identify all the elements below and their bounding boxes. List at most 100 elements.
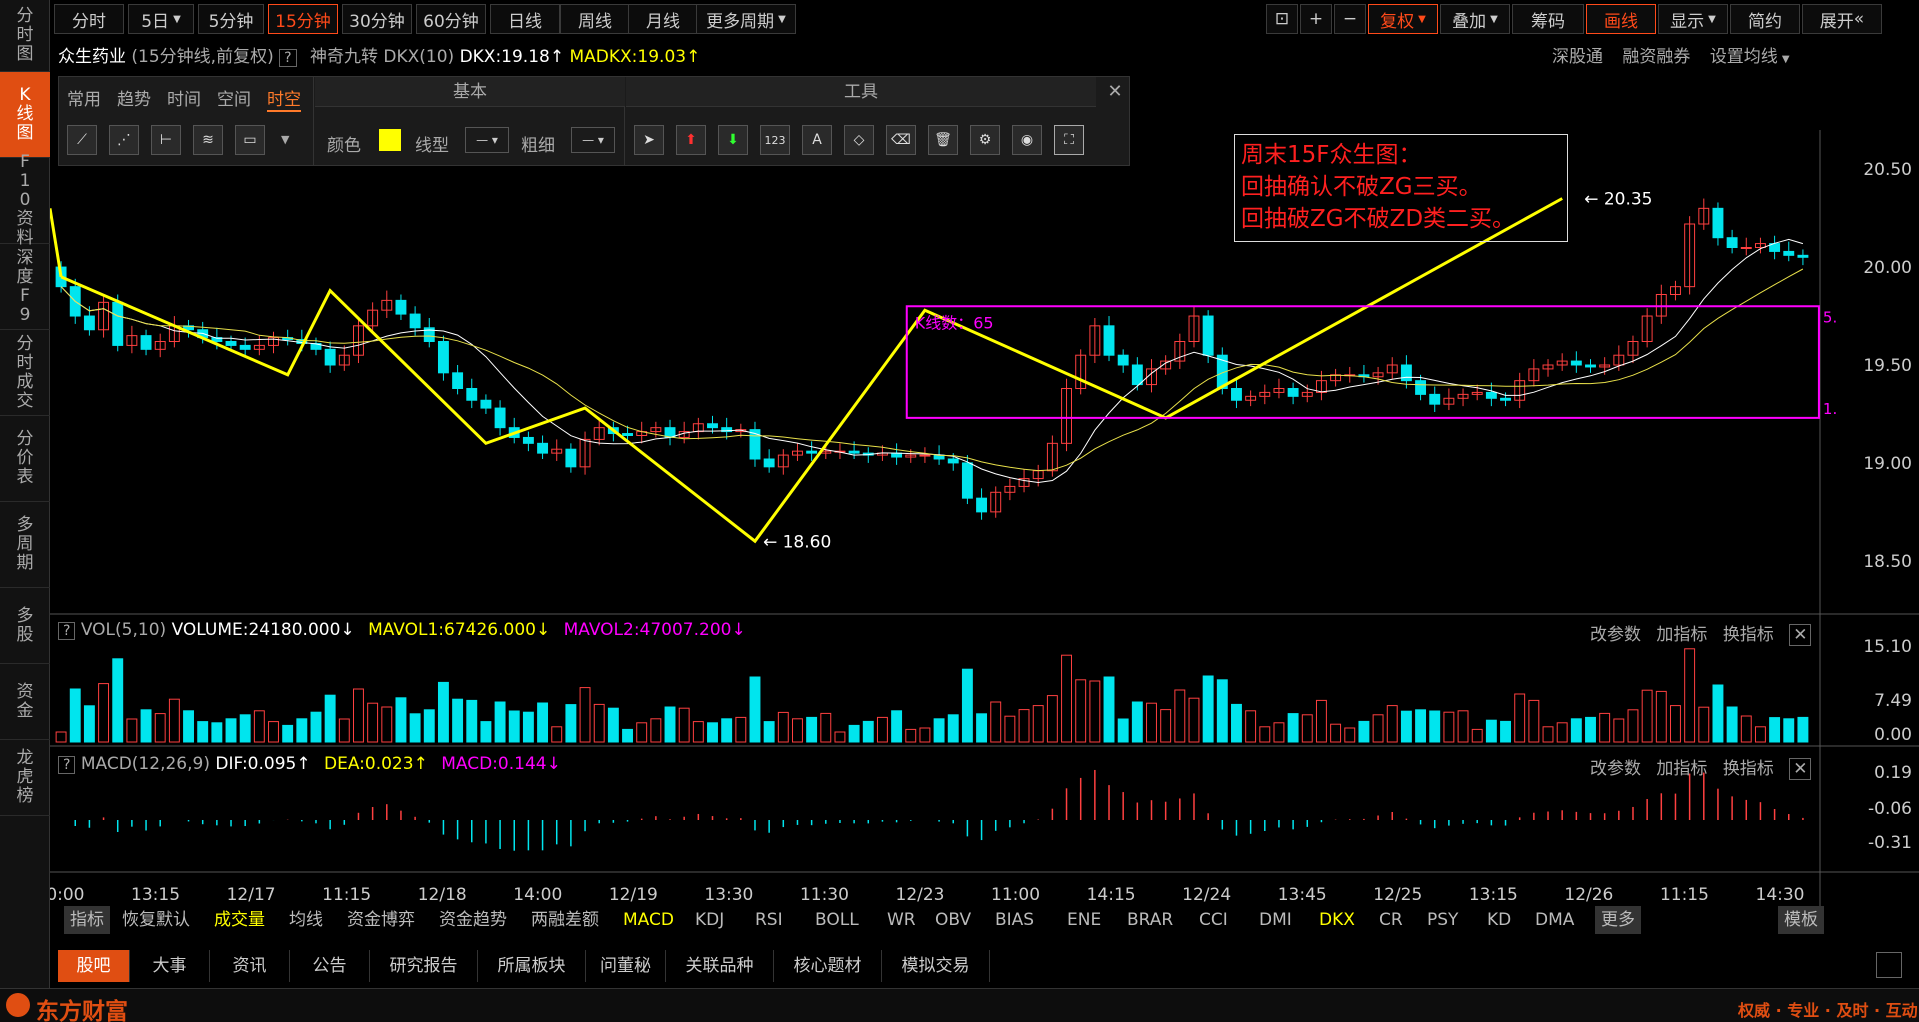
indicator-tab-13[interactable]: BIAS — [995, 906, 1034, 934]
sidebar-tab-0[interactable]: 分时图 — [0, 0, 50, 72]
indicator-tab-4[interactable]: 资金博弈 — [347, 906, 415, 934]
annotation-box[interactable]: 周末15F众生图： 回抽确认不破ZG三买。 回抽破ZG不破ZD类二买。 — [1234, 134, 1568, 242]
indicator-tab-15[interactable]: BRAR — [1127, 906, 1173, 934]
indicator-tab-10[interactable]: BOLL — [815, 906, 859, 934]
macd-add-indicator[interactable]: 加指标 — [1656, 759, 1707, 779]
vol-change-params[interactable]: 改参数 — [1590, 625, 1641, 645]
indicator-name[interactable]: 神奇九转 — [310, 47, 378, 67]
text-icon[interactable]: A — [802, 125, 832, 155]
help-icon[interactable]: ? — [58, 756, 76, 774]
period-button-1[interactable]: 5日 ▼ — [128, 4, 194, 34]
tab-trend[interactable]: 趋势 — [117, 85, 151, 110]
close-icon[interactable]: ✕ — [1104, 81, 1126, 103]
bottom-tab-2[interactable]: 资讯 — [210, 950, 290, 982]
color-swatch[interactable] — [379, 129, 401, 151]
vol-title[interactable]: VOL(5,10) — [81, 620, 166, 640]
fib-line-icon[interactable]: ⟋ — [67, 125, 97, 155]
sidebar-tab-2[interactable]: F10资料 — [0, 153, 50, 248]
jianyue-button[interactable]: 简约 — [1730, 4, 1800, 34]
bottom-tab-3[interactable]: 公告 — [290, 950, 370, 982]
link-rongzi[interactable]: 融资融券 — [1622, 47, 1690, 67]
indicator-tab-12[interactable]: OBV — [935, 906, 971, 934]
indicator-tab-3[interactable]: 均线 — [289, 906, 323, 934]
close-icon[interactable]: ✕ — [1789, 758, 1812, 780]
kline-chart-area[interactable]: 20.50 20.00 19.50 19.00 18.50 K线数：65 5. 1. ← 20.… — [50, 130, 1919, 910]
period-button-8[interactable]: 月线 — [628, 4, 698, 34]
indicator-tab-18[interactable]: DKX — [1319, 906, 1355, 934]
period-button-9[interactable]: 更多周期 ▼ — [696, 4, 796, 34]
bottom-tab-7[interactable]: 关联品种 — [666, 950, 774, 982]
count-icon[interactable]: 123 — [760, 125, 790, 155]
expand-icon[interactable] — [1876, 952, 1902, 978]
thickness-select[interactable]: — ▾ — [571, 127, 615, 153]
sidebar-tab-8[interactable]: 资金 — [0, 664, 50, 740]
indicator-tab-5[interactable]: 资金趋势 — [439, 906, 507, 934]
sidebar-tab-6[interactable]: 多周期 — [0, 502, 50, 588]
indicator-tab-23[interactable]: 更多 — [1595, 906, 1641, 934]
indicator-tab-17[interactable]: DMI — [1259, 906, 1292, 934]
eraser-icon[interactable]: ◇ — [844, 125, 874, 155]
period-button-2[interactable]: 5分钟 — [198, 4, 264, 34]
tab-time-space[interactable]: 时空 — [267, 85, 301, 112]
period-button-4[interactable]: 30分钟 — [342, 4, 412, 34]
lock-icon[interactable]: ⊡ — [1266, 4, 1298, 34]
huaxian-button[interactable]: 画线 — [1586, 4, 1656, 34]
grid-icon[interactable]: ≋ — [193, 125, 223, 155]
bottom-tab-6[interactable]: 问董秘 — [586, 950, 666, 982]
macd-title[interactable]: MACD(12,26,9) — [81, 754, 210, 774]
zoom-out-button[interactable]: − — [1334, 4, 1366, 34]
rect-icon[interactable]: ▭ — [235, 125, 265, 155]
bottom-tab-4[interactable]: 研究报告 — [370, 950, 478, 982]
settings-icon[interactable]: ⚙ — [970, 125, 1000, 155]
indicator-tab-7[interactable]: MACD — [623, 906, 674, 934]
sidebar-tab-4[interactable]: 分时成交 — [0, 330, 50, 416]
indicator-tab-2[interactable]: 成交量 — [214, 906, 265, 934]
caret-down-icon[interactable]: ▼ — [281, 133, 289, 146]
xianshi-button[interactable]: 显示 ▼ — [1658, 4, 1728, 34]
chouma-button[interactable]: 筹码 — [1512, 4, 1584, 34]
tab-time[interactable]: 时间 — [167, 85, 201, 110]
link-shengutong[interactable]: 深股通 — [1552, 47, 1603, 67]
cycle-icon[interactable]: ⊢ — [151, 125, 181, 155]
period-button-0[interactable]: 分时 — [54, 4, 124, 34]
stock-name[interactable]: 众生药业 — [58, 47, 126, 67]
period-button-6[interactable]: 日线 — [490, 4, 560, 34]
period-button-7[interactable]: 周线 — [560, 4, 630, 34]
bottom-tab-9[interactable]: 模拟交易 — [882, 950, 990, 982]
tab-common[interactable]: 常用 — [67, 85, 101, 110]
sidebar-tab-5[interactable]: 分价表 — [0, 416, 50, 502]
eye-icon[interactable]: ◉ — [1012, 125, 1042, 155]
line-type-select[interactable]: — ▾ — [465, 127, 509, 153]
indicator-tab-19[interactable]: CR — [1379, 906, 1403, 934]
period-button-5[interactable]: 60分钟 — [416, 4, 486, 34]
pointer-icon[interactable]: ➤ — [634, 125, 664, 155]
bottom-tab-8[interactable]: 核心题材 — [774, 950, 882, 982]
fan-icon[interactable]: ⋰ — [109, 125, 139, 155]
tab-space[interactable]: 空间 — [217, 85, 251, 110]
indicator-tab-22[interactable]: DMA — [1535, 906, 1574, 934]
indicator-tab-11[interactable]: WR — [887, 906, 916, 934]
vol-add-indicator[interactable]: 加指标 — [1656, 625, 1707, 645]
macd-change-params[interactable]: 改参数 — [1590, 759, 1641, 779]
down-arrow-icon[interactable]: ⬇ — [718, 125, 748, 155]
indicator-tab-6[interactable]: 两融差额 — [531, 906, 599, 934]
link-set-ma[interactable]: 设置均线 — [1710, 47, 1778, 67]
delete-icon[interactable]: 🗑 — [928, 125, 958, 155]
sidebar-tab-7[interactable]: 多股 — [0, 588, 50, 664]
indicator-tab-24[interactable]: 模板 — [1778, 906, 1824, 934]
indicator-tab-21[interactable]: KD — [1487, 906, 1511, 934]
bottom-tab-0[interactable]: 股吧 — [58, 950, 130, 982]
indicator-tab-8[interactable]: KDJ — [695, 906, 724, 934]
help-icon[interactable]: ? — [58, 622, 76, 640]
period-button-3[interactable]: 15分钟 — [268, 4, 338, 34]
bottom-tab-5[interactable]: 所属板块 — [478, 950, 586, 982]
sidebar-tab-1[interactable]: K线图 — [0, 72, 50, 158]
indicator-tab-14[interactable]: ENE — [1067, 906, 1101, 934]
screenshot-icon[interactable]: ⛶ — [1054, 125, 1084, 155]
sidebar-tab-9[interactable]: 龙虎榜 — [0, 740, 50, 816]
close-icon[interactable]: ✕ — [1789, 624, 1812, 646]
sidebar-tab-3[interactable]: 深度F9 — [0, 244, 50, 330]
indicator-tab-16[interactable]: CCI — [1199, 906, 1228, 934]
diejia-button[interactable]: 叠加 ▼ — [1440, 4, 1510, 34]
fuquan-button[interactable]: 复权 ▼ — [1368, 4, 1438, 34]
